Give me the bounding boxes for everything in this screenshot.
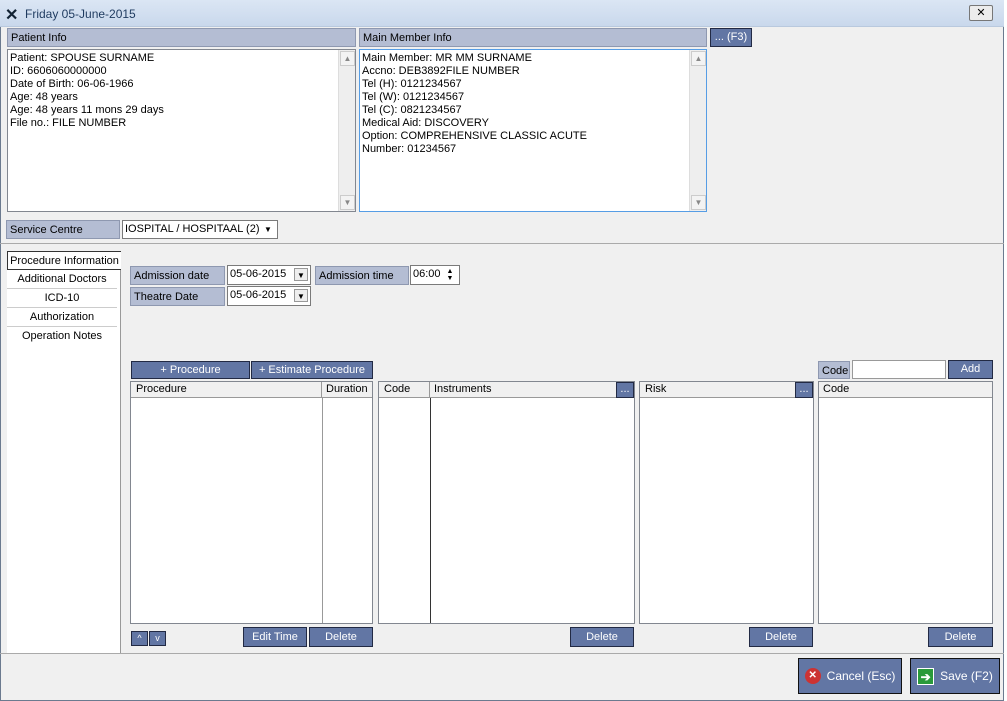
column-divider <box>430 398 431 623</box>
divider <box>0 243 1004 244</box>
edit-time-button[interactable]: Edit Time <box>243 627 307 647</box>
tab-procedure-information[interactable]: Procedure Information <box>7 251 121 270</box>
save-button[interactable]: ➔ Save (F2) <box>910 658 1000 694</box>
window-title: Friday 05-June-2015 <box>25 7 136 21</box>
info-line: Number: 01234567 <box>362 143 457 155</box>
member-info-header: Main Member Info <box>359 28 707 47</box>
spinner-arrows-icon[interactable]: ▲ ▼ <box>443 268 457 282</box>
member-lookup-button[interactable]: ... (F3) <box>710 28 752 47</box>
service-centre-value: IOSPITAL / HOSPITAAL (2) <box>125 223 260 235</box>
duration-column-header[interactable]: Duration <box>322 382 368 397</box>
instruments-table[interactable]: Code Instruments... <box>378 381 635 624</box>
scroll-down-icon[interactable]: ▼ <box>691 195 706 210</box>
title-bar <box>0 0 1004 27</box>
scroll-down-icon[interactable]: ▼ <box>340 195 355 210</box>
cancel-button[interactable]: ✕ Cancel (Esc) <box>798 658 902 694</box>
tools-icon: ✕ <box>5 7 19 24</box>
admission-time-spinner[interactable]: 06:00 ▲ ▼ <box>410 265 460 285</box>
code-column-header[interactable]: Code <box>819 382 992 398</box>
chevron-down-icon[interactable]: ▼ <box>294 289 308 302</box>
chevron-down-icon: ▼ <box>264 225 272 234</box>
info-line: Accno: DEB3892FILE NUMBER <box>362 65 520 77</box>
add-code-button[interactable]: Add <box>948 360 993 379</box>
instruments-column-header[interactable]: Instruments <box>430 382 616 397</box>
move-down-button[interactable]: v <box>149 631 166 646</box>
admission-date-label: Admission date <box>130 266 225 285</box>
tab-operation-notes[interactable]: Operation Notes <box>7 327 117 346</box>
admission-date-picker[interactable]: 05-06-2015 ▼ <box>227 265 311 285</box>
tab-authorization[interactable]: Authorization <box>7 308 117 327</box>
tab-additional-doctors[interactable]: Additional Doctors <box>7 270 117 289</box>
scroll-up-icon[interactable]: ▲ <box>691 51 706 66</box>
service-centre-label: Service Centre <box>6 220 120 239</box>
theatre-date-picker[interactable]: 05-06-2015 ▼ <box>227 286 311 306</box>
info-line: Main Member: MR MM SURNAME <box>362 52 532 64</box>
add-procedure-button[interactable]: + Procedure <box>131 361 250 379</box>
cancel-label: Cancel (Esc) <box>826 669 896 683</box>
scrollbar[interactable]: ▲ ▼ <box>338 50 355 211</box>
risk-more-button[interactable]: ... <box>795 382 813 398</box>
admission-date-value: 05-06-2015 <box>230 268 287 280</box>
theatre-date-label: Theatre Date <box>130 287 225 306</box>
info-line: File no.: FILE NUMBER <box>10 117 127 129</box>
delete-risk-button[interactable]: Delete <box>749 627 813 647</box>
info-line: Tel (C): 0821234567 <box>362 104 462 116</box>
instruments-more-button[interactable]: ... <box>616 382 634 398</box>
code-label: Code <box>818 361 850 379</box>
procedure-table[interactable]: Procedure Duration <box>130 381 373 624</box>
info-line: Tel (W): 0121234567 <box>362 91 465 103</box>
code-input[interactable] <box>852 360 946 379</box>
chevron-down-icon[interactable]: ▼ <box>294 268 308 281</box>
patient-info-box: Patient: SPOUSE SURNAME ID: 6606060000000… <box>7 49 356 212</box>
info-line: Option: COMPREHENSIVE CLASSIC ACUTE <box>362 130 587 142</box>
scrollbar[interactable]: ▲ ▼ <box>689 50 706 211</box>
member-info-box: Main Member: MR MM SURNAME Accno: DEB3892… <box>359 49 707 212</box>
admission-time-label: Admission time <box>315 266 409 285</box>
info-line: Age: 48 years 11 mons 29 days <box>10 104 164 116</box>
delete-procedure-button[interactable]: Delete <box>309 627 373 647</box>
tab-icd-10[interactable]: ICD-10 <box>7 289 117 308</box>
column-divider <box>322 398 323 623</box>
cancel-icon: ✕ <box>804 668 821 684</box>
patient-info-header: Patient Info <box>7 28 356 47</box>
estimate-procedure-button[interactable]: + Estimate Procedure <box>251 361 373 379</box>
info-line: Medical Aid: DISCOVERY <box>362 117 489 129</box>
info-line: ID: 6606060000000 <box>10 65 107 77</box>
divider <box>0 653 1004 654</box>
admission-time-value: 06:00 <box>413 268 441 280</box>
info-line: Tel (H): 0121234567 <box>362 78 462 90</box>
info-line: Date of Birth: 06-06-1966 <box>10 78 134 90</box>
info-line: Patient: SPOUSE SURNAME <box>10 52 155 64</box>
tab-list: Procedure Information Additional Doctors… <box>7 251 121 653</box>
codes-table[interactable]: Code <box>818 381 993 624</box>
move-up-button[interactable]: ^ <box>131 631 148 646</box>
risk-table[interactable]: Risk... <box>639 381 814 624</box>
delete-instrument-button[interactable]: Delete <box>570 627 634 647</box>
theatre-date-value: 05-06-2015 <box>230 289 287 301</box>
scroll-up-icon[interactable]: ▲ <box>340 51 355 66</box>
risk-column-header[interactable]: Risk <box>640 382 795 397</box>
procedure-column-header[interactable]: Procedure <box>131 382 322 397</box>
delete-code-button[interactable]: Delete <box>928 627 993 647</box>
save-label: Save (F2) <box>940 669 993 683</box>
info-line: Age: 48 years <box>10 91 78 103</box>
service-centre-select[interactable]: IOSPITAL / HOSPITAAL (2) ▼ <box>122 220 278 239</box>
code-column-header[interactable]: Code <box>379 382 430 397</box>
save-arrow-icon: ➔ <box>917 667 935 685</box>
close-button[interactable]: ✕ <box>969 5 993 21</box>
